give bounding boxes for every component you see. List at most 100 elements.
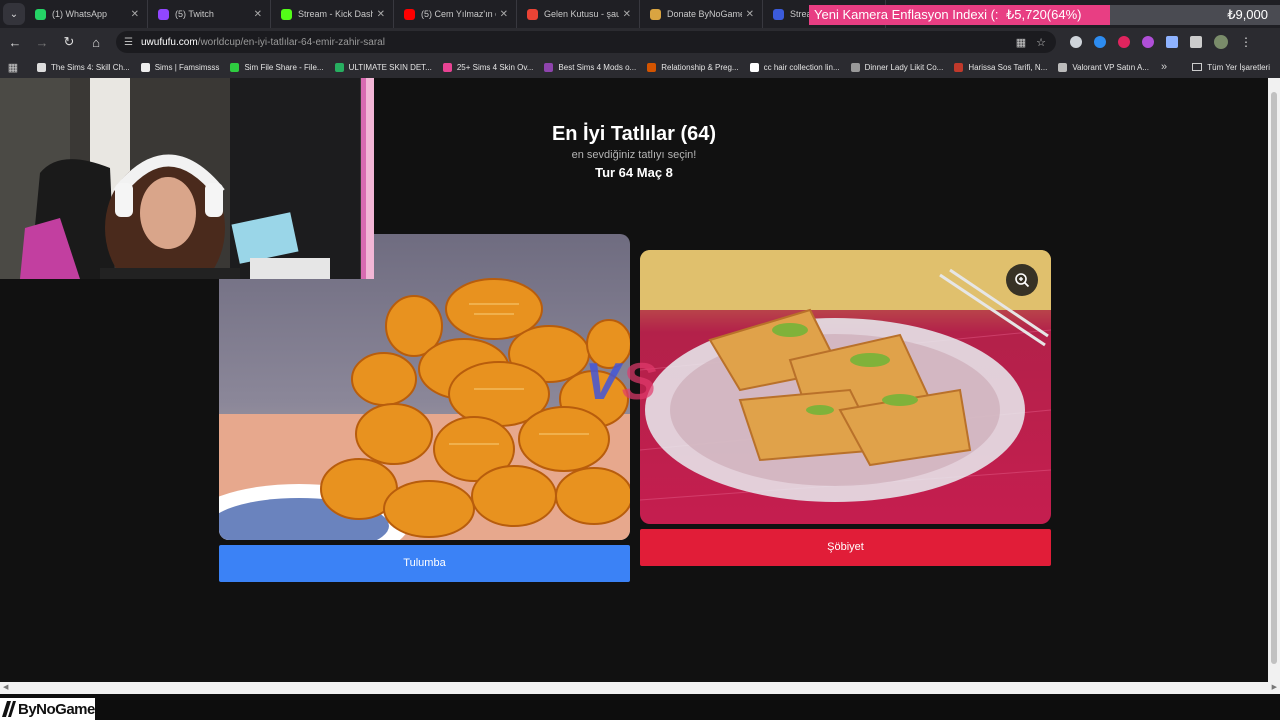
youtube-icon — [404, 8, 415, 20]
url-path: /worldcup/en-iyi-tatlılar-64-emir-zahir-… — [197, 36, 385, 48]
profile-avatar-icon[interactable] — [1214, 35, 1228, 49]
close-tab-icon[interactable]: ✕ — [500, 9, 508, 20]
tulumba-illustration — [219, 278, 630, 540]
bookmark-label: Dinner Lady Likit Co... — [864, 62, 944, 72]
bookmark-item[interactable]: Relationship & Preg... — [647, 62, 739, 72]
choose-sobiyet-button[interactable]: Şöbiyet — [640, 529, 1051, 566]
tab-search-chevron-icon[interactable]: ⌄ — [3, 3, 25, 25]
bookmark-label: Sim File Share - File... — [244, 62, 324, 72]
purple-extension-icon[interactable] — [1142, 36, 1154, 48]
bookmark-favicon-icon — [230, 62, 240, 72]
browser-tab-label: Stream - Kick Dashbo — [298, 9, 373, 19]
bookmark-label: Relationship & Preg... — [661, 62, 739, 72]
vertical-scrollbar[interactable] — [1268, 78, 1280, 682]
browser-tab-label: Donate ByNoGame — [667, 9, 742, 19]
address-bar[interactable]: ☰ uwufufu.com/worldcup/en-iyi-tatlılar-6… — [116, 31, 1056, 53]
browser-tab[interactable]: (5) Cem Yılmaz'ın en ✕ — [394, 0, 517, 28]
bookmark-item[interactable]: Best Sims 4 Mods o... — [544, 62, 637, 72]
bookmark-favicon-icon — [1058, 62, 1068, 72]
translate-icon[interactable]: ▦ — [1016, 36, 1026, 49]
bookmark-favicon-icon — [749, 62, 759, 72]
bynogame-logo-icon — [2, 701, 16, 717]
shield-extension-icon[interactable] — [1070, 36, 1082, 48]
all-bookmarks[interactable]: Tüm Yer İşaretleri — [1192, 63, 1270, 72]
browser-tab[interactable]: (1) WhatsApp ✕ — [25, 0, 148, 28]
sobiyet-illustration — [640, 250, 1051, 502]
back-icon[interactable]: ← — [3, 30, 27, 54]
bookmark-favicon-icon — [850, 62, 860, 72]
browser-tab[interactable]: Gelen Kutusu - şaucy ✕ — [517, 0, 640, 28]
left-choice-image[interactable] — [219, 234, 630, 540]
versus-v: V — [585, 353, 622, 411]
bookmark-star-icon[interactable]: ☆ — [1036, 36, 1046, 49]
donation-goal-overlay: Yeni Kamera Enflasyon Indexi (: ₺5,720(6… — [809, 5, 1280, 25]
bookmark-item[interactable]: cc hair collection lin... — [749, 62, 840, 72]
bookmark-item[interactable]: 25+ Sims 4 Skin Ov... — [442, 62, 533, 72]
bookmark-label: The Sims 4: Skill Ch... — [51, 62, 130, 72]
choose-tulumba-button[interactable]: Tulumba — [219, 545, 630, 582]
url-host: uwufufu.com — [140, 36, 198, 48]
bookmark-label: Sims | Famsimsss — [154, 62, 220, 72]
menu-kebab-icon[interactable]: ⋮ — [1240, 35, 1252, 49]
bynogame-logo-text: ByNoGame — [18, 700, 95, 718]
close-tab-icon[interactable]: ✕ — [746, 9, 754, 20]
bookmark-item[interactable]: Harissa Sos Tarifi, N... — [954, 62, 1048, 72]
bookmark-favicon-icon — [544, 62, 554, 72]
close-tab-icon[interactable]: ✕ — [131, 9, 139, 20]
browser-tab[interactable]: Donate ByNoGame ✕ — [640, 0, 763, 28]
horizontal-scrollbar[interactable]: ◀ ▶ — [0, 682, 1280, 694]
browser-tab[interactable]: (5) Twitch ✕ — [148, 0, 271, 28]
bookmark-label: Harissa Sos Tarifi, N... — [968, 62, 1048, 72]
extensions-puzzle-icon[interactable] — [1190, 36, 1202, 48]
blue-extension-icon[interactable] — [1094, 36, 1106, 48]
scrollbar-thumb[interactable] — [1271, 92, 1277, 664]
whatsapp-icon — [35, 8, 46, 20]
stream-icon — [773, 8, 784, 20]
versus-s: S — [621, 353, 659, 411]
donation-goal-current: ₺5,720(64%) — [1006, 7, 1082, 22]
red-extension-icon[interactable] — [1118, 36, 1130, 48]
bookmark-favicon-icon — [37, 62, 46, 72]
bookmark-label: Best Sims 4 Mods o... — [558, 62, 637, 72]
bookmark-item[interactable]: ULTIMATE SKIN DET... — [334, 62, 432, 72]
close-tab-icon[interactable]: ✕ — [254, 9, 262, 20]
bookmark-item[interactable]: Dinner Lady Likit Co... — [850, 62, 944, 72]
donation-goal-title: Yeni Kamera Enflasyon Indexi (: — [814, 7, 999, 22]
screen: ⌄ (1) WhatsApp ✕ (5) Twitch ✕ Stream - Kick … — [0, 0, 1280, 720]
bookmark-label: cc hair collection lin... — [763, 62, 840, 72]
bookmark-favicon-icon — [647, 62, 657, 72]
download-icon[interactable] — [1166, 36, 1178, 48]
bynogame-icon — [650, 8, 661, 20]
apps-grid-icon[interactable]: ▦ — [0, 61, 26, 74]
zoom-in-icon[interactable] — [1006, 264, 1038, 296]
bookmark-item[interactable]: Sim File Share - File... — [230, 62, 324, 72]
scroll-right-icon[interactable]: ▶ — [1272, 682, 1277, 694]
all-bookmarks-label: Tüm Yer İşaretleri — [1207, 62, 1270, 72]
kick-icon — [281, 8, 292, 20]
stream-bottom-bar — [0, 694, 1280, 720]
bookmarks-overflow-icon[interactable]: » — [1161, 61, 1167, 73]
browser-tab-label: (1) WhatsApp — [52, 9, 108, 19]
navigation-bar: ← → ↻ ⌂ ☰ uwufufu.com/worldcup/en-iyi-ta… — [0, 28, 1280, 56]
forward-icon[interactable]: → — [30, 30, 54, 54]
webcam-feed-image — [0, 78, 374, 279]
bookmark-item[interactable]: The Sims 4: Skill Ch... — [37, 62, 130, 72]
close-tab-icon[interactable]: ✕ — [377, 9, 385, 20]
bookmark-item[interactable]: Sims | Famsimsss — [140, 62, 220, 72]
browser-tab-label: Gelen Kutusu - şaucy — [544, 9, 619, 19]
reload-icon[interactable]: ↻ — [57, 30, 81, 54]
bookmark-item[interactable]: Valorant VP Satın A... — [1058, 62, 1149, 72]
site-info-icon[interactable]: ☰ — [124, 37, 133, 48]
close-tab-icon[interactable]: ✕ — [623, 9, 631, 20]
donation-goal-target: ₺9,000 — [1227, 7, 1268, 22]
home-icon[interactable]: ⌂ — [84, 30, 108, 54]
bookmarks-bar: ▦ The Sims 4: Skill Ch... Sims | Famsimss… — [0, 56, 1280, 78]
right-choice-image[interactable] — [640, 250, 1051, 524]
twitch-icon — [158, 8, 169, 20]
versus-label: VS — [585, 352, 658, 412]
bookmark-label: ULTIMATE SKIN DET... — [348, 62, 432, 72]
scroll-left-icon[interactable]: ◀ — [3, 682, 8, 694]
gmail-icon — [527, 8, 538, 20]
browser-tab[interactable]: Stream - Kick Dashbo ✕ — [271, 0, 394, 28]
webcam-overlay — [0, 78, 374, 279]
